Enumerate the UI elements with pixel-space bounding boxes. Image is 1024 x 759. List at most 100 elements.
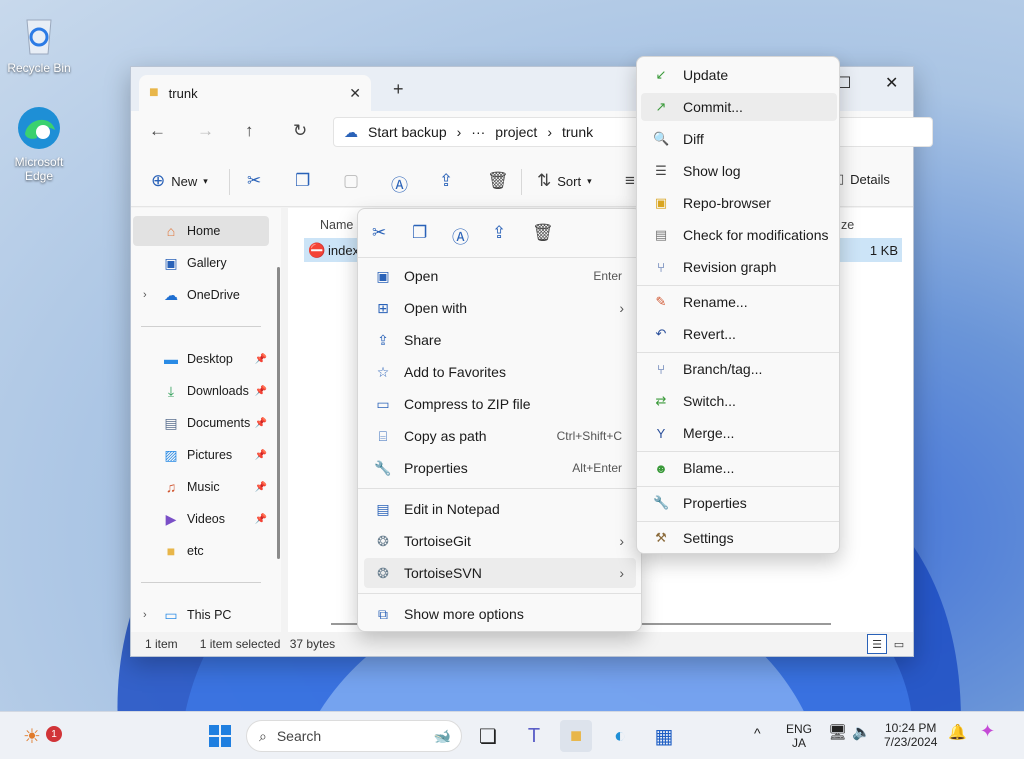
cut-button[interactable]: ✂: [247, 171, 261, 191]
sidebar-item-music[interactable]: ♫ Music 📌: [133, 472, 269, 502]
sidebar-item-pictures[interactable]: ▨ Pictures 📌: [133, 440, 269, 470]
menu-item-add-to-favorites[interactable]: ☆ Add to Favorites: [364, 357, 636, 387]
tab-title: trunk: [168, 85, 198, 101]
check-modifications-icon: ▤: [654, 227, 668, 242]
notification-bell-icon[interactable]: 🔔: [948, 725, 967, 740]
svn-menu-switch[interactable]: ⇄ Switch...: [641, 387, 837, 415]
widgets-button[interactable]: ☀ 1: [16, 720, 62, 752]
breadcrumb-project[interactable]: project: [495, 124, 537, 140]
copilot-icon[interactable]: ✦: [980, 722, 995, 740]
svn-menu-revision-graph[interactable]: ⑂ Revision graph: [641, 253, 837, 281]
paste-button[interactable]: ▢: [343, 171, 359, 191]
view-button[interactable]: ≡: [625, 171, 635, 191]
network-icon[interactable]: 🖥: [828, 725, 847, 740]
cut-icon[interactable]: ✂: [372, 223, 386, 243]
refresh-button[interactable]: ↻: [293, 121, 307, 141]
svn-menu-settings[interactable]: ⚒ Settings: [641, 524, 837, 552]
svn-menu-branch-tag[interactable]: ⑂ Branch/tag...: [641, 355, 837, 383]
svn-menu-diff[interactable]: 🔍 Diff: [641, 125, 837, 153]
file-explorer-taskbar-button[interactable]: ■: [560, 720, 592, 752]
tab-trunk[interactable]: ■ trunk ✕: [139, 75, 371, 111]
breadcrumb-trunk[interactable]: trunk: [562, 124, 593, 140]
details-view-button[interactable]: ☰: [867, 634, 887, 654]
svn-menu-check-modifications[interactable]: ▤ Check for modifications: [641, 221, 837, 249]
show-hidden-icons-button[interactable]: ^: [754, 726, 761, 740]
widgets-icon: ☀: [23, 725, 41, 748]
shortcut-label: Alt+Enter: [572, 461, 622, 475]
store-button[interactable]: ▦: [648, 720, 680, 752]
sidebar-item-this-pc[interactable]: › ▭ This PC: [133, 600, 269, 630]
new-tab-button[interactable]: +: [393, 79, 404, 100]
menu-divider: [358, 593, 641, 594]
sort-button[interactable]: ⇅ Sort ▾: [537, 171, 592, 191]
desktop-icon-recycle-bin[interactable]: Recycle Bin: [1, 10, 77, 75]
input-language[interactable]: ENG JA: [786, 722, 812, 750]
menu-item-edit-in-notepad[interactable]: ▤ Edit in Notepad: [364, 494, 636, 524]
copy-icon[interactable]: ❐: [412, 223, 427, 243]
branch-icon: ⑂: [657, 361, 665, 377]
chevron-right-icon[interactable]: ›: [143, 289, 147, 301]
clock[interactable]: 10:24 PM 7/23/2024: [884, 721, 937, 749]
desktop-icon-edge[interactable]: Microsoft Edge: [1, 104, 77, 183]
switch-icon: ⇄: [655, 393, 667, 408]
start-button[interactable]: [204, 720, 236, 752]
breadcrumb-ellipsis[interactable]: ···: [471, 124, 485, 140]
task-view-button[interactable]: ❏: [472, 720, 504, 752]
volume-icon[interactable]: 🔈: [852, 725, 871, 740]
tab-close-icon[interactable]: ✕: [349, 85, 361, 102]
menu-divider: [358, 257, 641, 258]
tiles-view-button[interactable]: ▭: [889, 634, 909, 654]
sidebar-item-gallery[interactable]: ▣ Gallery: [133, 248, 269, 278]
sidebar-item-documents[interactable]: ▤ Documents 📌: [133, 408, 269, 438]
svn-menu-commit[interactable]: ↗ Commit...: [641, 93, 837, 121]
sidebar-item-etc[interactable]: ■ etc: [133, 536, 269, 566]
teams-button[interactable]: T: [518, 720, 550, 752]
delete-button[interactable]: 🗑: [487, 171, 509, 191]
new-button[interactable]: ⊕ New ▾: [151, 171, 208, 191]
column-header-name[interactable]: Name: [320, 218, 353, 232]
forward-button[interactable]: →: [197, 121, 214, 141]
taskbar-search[interactable]: ⌕ Search 🐋: [246, 720, 462, 752]
menu-item-properties[interactable]: 🔧 Properties Alt+Enter: [364, 453, 636, 483]
menu-divider: [637, 486, 839, 487]
menu-item-copy-as-path[interactable]: ⌸ Copy as path Ctrl+Shift+C: [364, 421, 636, 451]
menu-item-label: Commit...: [683, 99, 743, 115]
chevron-right-icon[interactable]: ›: [143, 609, 147, 621]
sidebar-item-home[interactable]: ⌂ Home: [133, 216, 269, 246]
up-button[interactable]: ↑: [245, 121, 254, 141]
sidebar-item-onedrive[interactable]: › ☁ OneDrive: [133, 280, 269, 310]
svn-menu-merge[interactable]: Y Merge...: [641, 419, 837, 447]
svn-menu-properties[interactable]: 🔧 Properties: [641, 489, 837, 517]
svn-menu-show-log[interactable]: ☰ Show log: [641, 157, 837, 185]
sidebar-scrollbar[interactable]: [277, 267, 280, 559]
svn-menu-update[interactable]: ↙ Update: [641, 61, 837, 89]
column-header-size[interactable]: ze: [841, 218, 854, 232]
svn-menu-blame[interactable]: ☻ Blame...: [641, 454, 837, 482]
menu-item-tortoisesvn[interactable]: ❂ TortoiseSVN ›: [364, 558, 636, 588]
menu-item-tortoisegit[interactable]: ❂ TortoiseGit ›: [364, 526, 636, 556]
menu-item-open-with[interactable]: ⊞ Open with ›: [364, 293, 636, 323]
svn-menu-repo-browser[interactable]: ▣ Repo-browser: [641, 189, 837, 217]
svn-menu-rename[interactable]: ✎ Rename...: [641, 288, 837, 316]
menu-item-open[interactable]: ▣ Open Enter: [364, 261, 636, 291]
rename-icon[interactable]: Ⓐ: [452, 223, 469, 248]
svn-menu-revert[interactable]: ↶ Revert...: [641, 320, 837, 348]
menu-item-share[interactable]: ⇪ Share: [364, 325, 636, 355]
copy-button[interactable]: ❐: [295, 171, 310, 191]
sidebar-item-videos[interactable]: ▶ Videos 📌: [133, 504, 269, 534]
menu-item-show-more-options[interactable]: ⧉ Show more options: [364, 599, 636, 629]
menu-item-label: Share: [404, 332, 442, 348]
share-icon[interactable]: ⇪: [492, 223, 506, 243]
trash-icon[interactable]: 🗑: [532, 223, 554, 243]
breadcrumb-start-backup[interactable]: Start backup: [368, 124, 447, 140]
menu-item-compress-zip[interactable]: ▭ Compress to ZIP file: [364, 389, 636, 419]
back-button[interactable]: ←: [149, 121, 166, 141]
breadcrumb[interactable]: ☁ Start backup › ··· project › trunk: [333, 117, 933, 147]
details-button[interactable]: ▯ Details: [837, 171, 890, 187]
rename-button[interactable]: Ⓐ: [391, 171, 408, 196]
edge-taskbar-button[interactable]: ◐: [604, 720, 636, 752]
close-button[interactable]: ✕: [885, 73, 898, 93]
sidebar-item-downloads[interactable]: ⤓ Downloads 📌: [133, 376, 269, 406]
share-button[interactable]: ⇪: [439, 171, 453, 191]
sidebar-item-desktop[interactable]: ▬ Desktop 📌: [133, 344, 269, 374]
